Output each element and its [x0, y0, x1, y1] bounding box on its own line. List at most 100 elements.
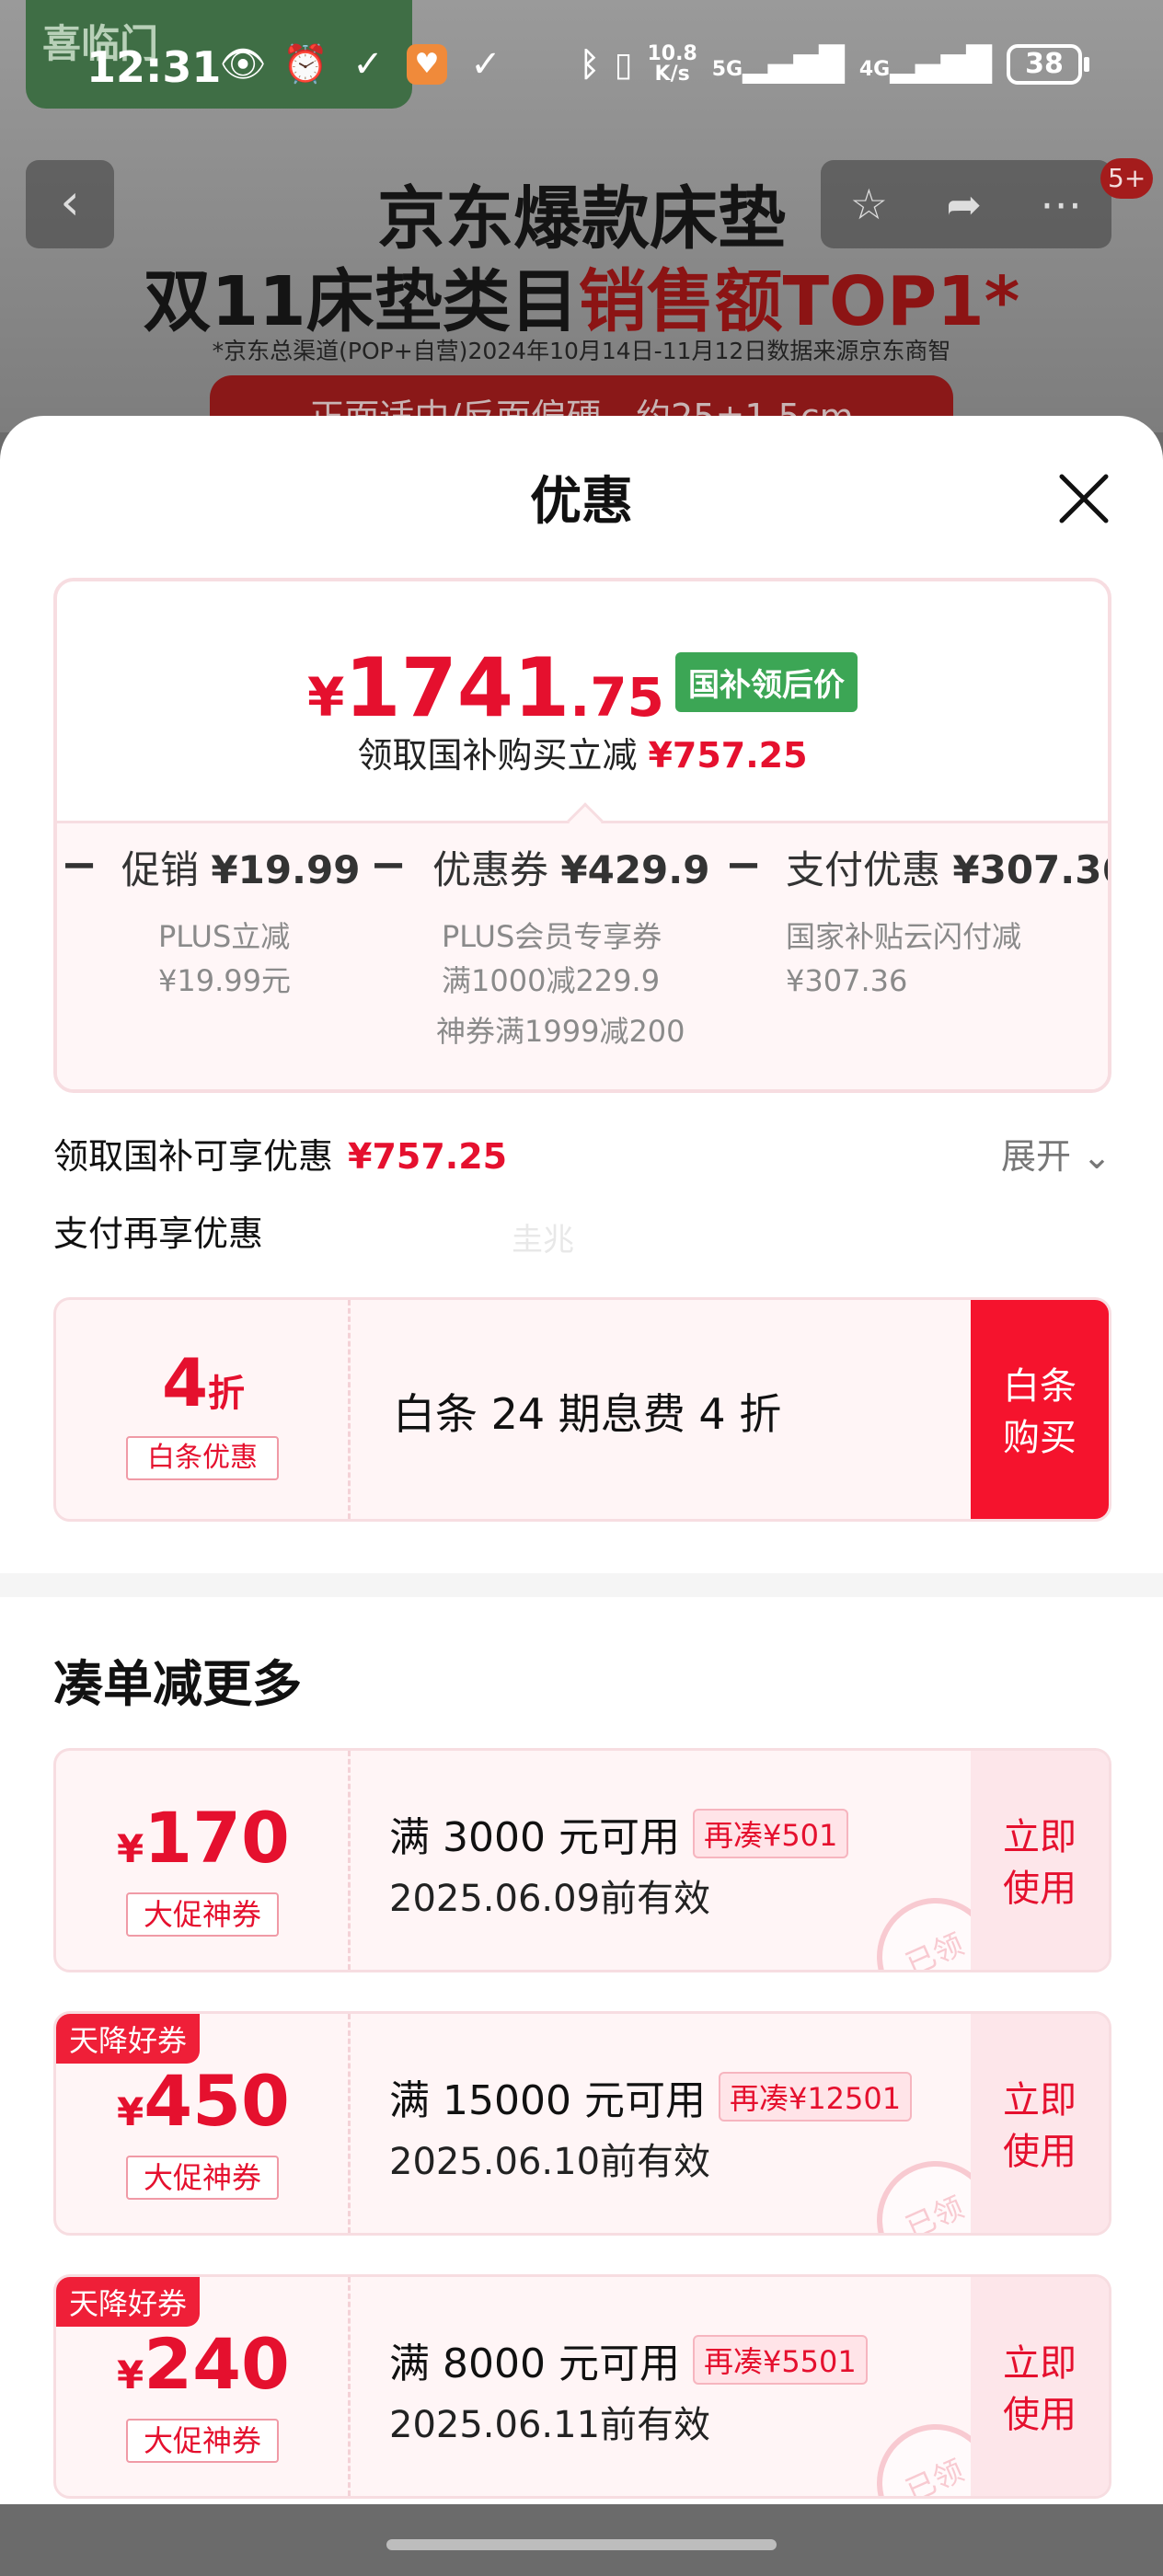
- banner-headline-2-highlight: 销售额TOP1*: [578, 262, 1020, 341]
- breakdown-sub: PLUS会员专享券 满1000减229.9: [442, 914, 662, 1003]
- coupon-condition-text: 满 3000 元可用: [389, 1814, 680, 1861]
- coupon-more-needed: 再凑¥501: [692, 1809, 849, 1858]
- breakdown-label: 优惠券: [432, 847, 549, 892]
- coupon-amount: ¥170: [56, 1797, 351, 1879]
- baitiao-text: 白条 24 期息费 4 折: [393, 1389, 782, 1439]
- message-badge: 5+: [1100, 158, 1154, 199]
- signal-4g-label: 4G: [858, 57, 891, 81]
- minus-sign: −: [725, 839, 763, 891]
- more-dots-icon[interactable]: ⋯: [1040, 179, 1082, 229]
- close-icon: [1059, 474, 1109, 523]
- coupon-use-line2: 使用: [1003, 1868, 1077, 1910]
- back-button[interactable]: ‹: [26, 160, 114, 248]
- signal-5g-label: 5G: [711, 57, 743, 81]
- coupon-date: 2025.06.10前有效: [389, 2141, 711, 2183]
- baitiao-discount-number: 4: [161, 1344, 209, 1421]
- breakdown-sub-2: 满1000减229.9: [442, 963, 661, 998]
- price-summary-card: ¥1741.75 国补领后价 领取国补购买立减 ¥757.25 − 促销 ¥19.9…: [53, 578, 1111, 1093]
- coupon-ribbon: 天降好券: [56, 2277, 201, 2327]
- coupon-use-button[interactable]: 立即 使用: [971, 1751, 1109, 1970]
- eye-icon: 👁: [219, 43, 267, 86]
- subsidy-price-tag: 国补领后价: [675, 652, 858, 712]
- claim-row-amount: ¥757.25: [348, 1136, 508, 1177]
- claim-row-text: 领取国补可享优惠: [53, 1136, 334, 1177]
- coupon-use-line1: 立即: [1003, 2342, 1077, 2385]
- chevron-down-icon: ⌄: [1082, 1136, 1111, 1177]
- back-arrow-icon: ‹: [60, 173, 80, 231]
- minus-sign: −: [370, 839, 408, 891]
- coupon-use-line2: 使用: [1003, 2394, 1077, 2436]
- coupon-card: ¥170 大促神券 满 3000 元可用 再凑¥501 2025.06.09前有效…: [53, 1748, 1111, 1972]
- subsidy-line-text: 领取国补购买立减: [357, 735, 638, 776]
- shield-app-icon: ♥: [407, 44, 447, 85]
- baitiao-discount-unit: 折: [208, 1373, 246, 1415]
- watermark-text: 圭兆: [512, 1222, 574, 1259]
- breakdown-sub-2: ¥19.99元: [158, 963, 291, 998]
- net-speed-unit: K/s: [654, 63, 690, 86]
- vibrate-icon: ▯: [614, 45, 633, 84]
- coupon-use-button[interactable]: 立即 使用: [971, 2014, 1109, 2233]
- coupon-tag: 大促神券: [126, 2419, 279, 2463]
- top-action-group: ☆ ➦ ⋯: [821, 160, 1111, 248]
- coupon-value: 170: [144, 1797, 290, 1879]
- battery-icon: 38: [1007, 44, 1089, 85]
- gesture-nav-area: [0, 2504, 1163, 2576]
- banner-headline-2: 双11床垫类目销售额TOP1*: [0, 247, 1163, 345]
- section-divider: [0, 1573, 1163, 1597]
- coupon-condition: 满 8000 元可用 再凑¥5501: [389, 2330, 868, 2389]
- coupon-amount: ¥240: [56, 2323, 351, 2405]
- breakdown-head: 促销 ¥19.99: [121, 839, 360, 895]
- price-yen: ¥: [306, 666, 345, 729]
- signal-4g: 4G▂▄▆█: [858, 45, 992, 84]
- baitiao-offer-card: 4折 白条优惠 白条 24 期息费 4 折 白条 购买: [53, 1297, 1111, 1522]
- coupon-more-needed: 再凑¥5501: [692, 2335, 868, 2385]
- coupon-value: 450: [144, 2060, 290, 2142]
- coupon-more-needed: 再凑¥12501: [718, 2072, 913, 2122]
- breakdown-sub-2: ¥307.36: [786, 963, 908, 998]
- breakdown-sub-1: PLUS立减: [158, 919, 291, 954]
- discount-bottom-sheet: 优惠 ¥1741.75 国补领后价 领取国补购买立减 ¥757.25 − 促销 ¥1…: [0, 416, 1163, 2504]
- signal-5g: 5G▂▄▆█: [711, 45, 845, 84]
- final-price: ¥1741.75 国补领后价: [57, 640, 1108, 735]
- baitiao-left: 4折 白条优惠: [56, 1300, 351, 1519]
- status-bar: 12:31 👁 ⏰ ✓ ♥ ✓ ᛒ ▯ 10.8 K/s 5G▂▄▆█ 4G▂▄▆…: [0, 0, 1163, 147]
- coupon-left: ¥170 大促神券: [56, 1751, 351, 1970]
- coupon-condition: 满 15000 元可用 再凑¥12501: [389, 2067, 913, 2126]
- price-decimal: .75: [570, 666, 665, 729]
- coupon-yen: ¥: [117, 2352, 144, 2398]
- status-time: 12:31: [86, 42, 222, 92]
- coupon-use-line2: 使用: [1003, 2131, 1077, 2173]
- expand-button[interactable]: 展开 ⌄: [1001, 1128, 1111, 1179]
- breakdown-extra-coupon: 神券满1999减200: [436, 1014, 685, 1049]
- baitiao-buy-button[interactable]: 白条 购买: [971, 1300, 1109, 1519]
- share-icon[interactable]: ➦: [946, 179, 982, 229]
- breakdown-label: 支付优惠: [786, 847, 941, 892]
- subsidy-line-amount: ¥757.25: [648, 735, 808, 776]
- subsidy-line: 领取国补购买立减 ¥757.25: [57, 727, 1108, 777]
- sheet-title: 优惠: [530, 472, 633, 532]
- breakdown-amount: ¥307.36: [952, 847, 1111, 892]
- coupon-tag: 大促神券: [126, 2156, 279, 2200]
- breakdown-sub: 国家补贴云闪付减 ¥307.36: [786, 914, 1021, 1003]
- alarm-icon: ⏰: [282, 43, 328, 86]
- baitiao-tag: 白条优惠: [126, 1436, 279, 1480]
- coupon-use-line1: 立即: [1003, 1816, 1077, 1858]
- minus-sign: −: [61, 839, 98, 891]
- coupon-condition: 满 3000 元可用 再凑¥501: [389, 1804, 849, 1863]
- status-right-icons: ᛒ ▯ 10.8 K/s 5G▂▄▆█ 4G▂▄▆█ 38: [580, 44, 1089, 85]
- coupon-date: 2025.06.11前有效: [389, 2404, 711, 2446]
- claim-subsidy-row[interactable]: 领取国补可享优惠 ¥757.25 展开 ⌄: [53, 1128, 1111, 1179]
- close-button[interactable]: [1051, 466, 1117, 532]
- coupon-use-button[interactable]: 立即 使用: [971, 2277, 1109, 2496]
- breakdown-sub-1: 国家补贴云闪付减: [786, 919, 1022, 954]
- status-left-icons: 👁 ⏰ ✓ ♥ ✓: [219, 44, 510, 85]
- coupon-tag: 大促神券: [126, 1892, 279, 1937]
- home-indicator[interactable]: [386, 2539, 777, 2550]
- breakdown-head: 支付优惠 ¥307.36: [786, 839, 1111, 895]
- baitiao-buy-line1: 白条: [1003, 1365, 1077, 1408]
- pay-discount-label: 支付再享优惠: [53, 1213, 264, 1254]
- net-speed: 10.8 K/s: [647, 44, 697, 85]
- breakdown-amount: ¥429.9: [560, 847, 710, 892]
- expand-label: 展开: [1001, 1136, 1072, 1177]
- star-icon[interactable]: ☆: [850, 179, 888, 229]
